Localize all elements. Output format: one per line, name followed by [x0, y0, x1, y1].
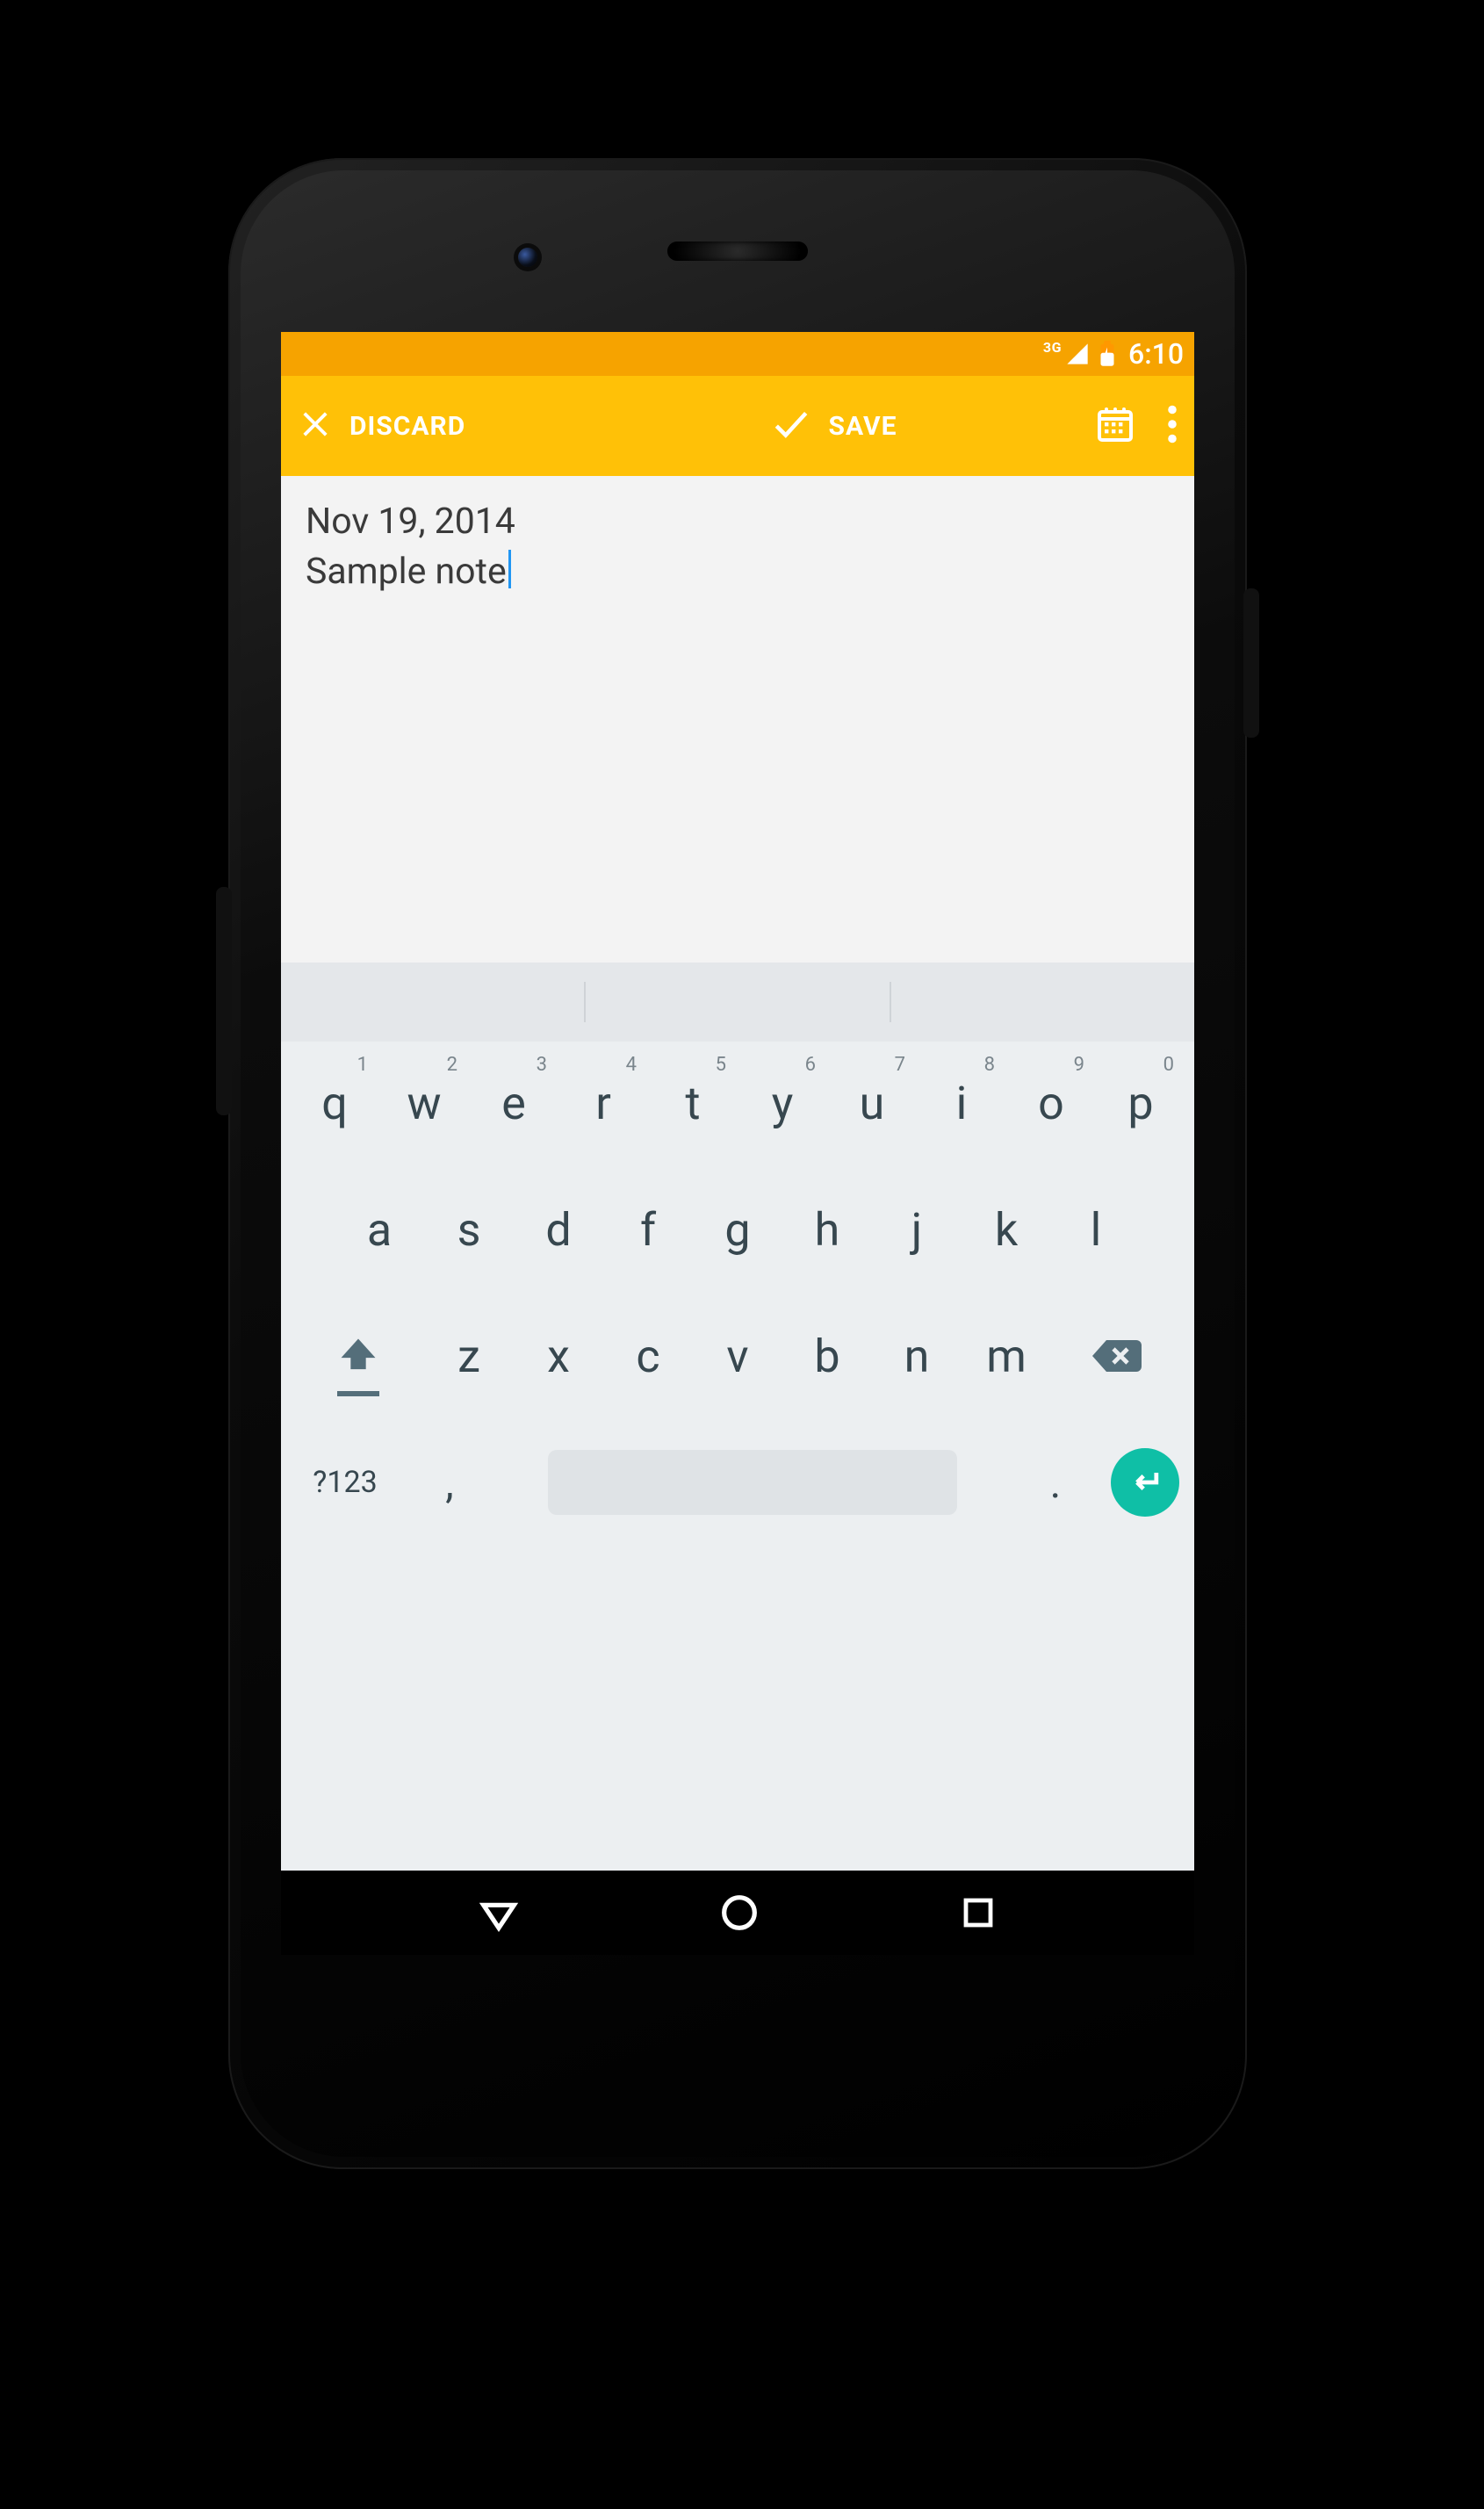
enter-key[interactable]: [1103, 1430, 1187, 1535]
nav-home-button[interactable]: [717, 1890, 762, 1936]
period-key-label: .: [1050, 1458, 1062, 1508]
key-b[interactable]: b: [785, 1303, 869, 1409]
keyboard-row-4: ?123 , .: [288, 1430, 1187, 1535]
shift-key[interactable]: [295, 1303, 421, 1409]
note-body: Sample note: [306, 551, 507, 593]
key-g[interactable]: g: [695, 1177, 780, 1282]
discard-button[interactable]: DISCARD: [297, 406, 465, 446]
status-network-label: 3G: [1043, 339, 1062, 356]
save-label: SAVE: [829, 411, 897, 442]
key-j[interactable]: j: [875, 1177, 959, 1282]
note-body-line: Sample note: [306, 547, 1170, 597]
space-key[interactable]: [497, 1430, 1008, 1535]
key-e[interactable]: e3: [472, 1050, 556, 1156]
check-icon: [769, 402, 813, 450]
key-l[interactable]: l: [1054, 1177, 1138, 1282]
key-q[interactable]: q1: [292, 1050, 377, 1156]
key-hint: 0: [1163, 1054, 1174, 1076]
suggestion-slot[interactable]: [281, 963, 584, 1042]
key-hint: 6: [805, 1054, 816, 1076]
key-hint: 4: [626, 1054, 637, 1076]
device-screen: 3G 6:10: [281, 332, 1194, 1955]
key-a[interactable]: a: [337, 1177, 421, 1282]
signal-icon: [1065, 342, 1090, 366]
key-hint: 1: [357, 1054, 368, 1076]
key-n[interactable]: n: [875, 1303, 959, 1409]
phone-speaker-grille: [667, 242, 808, 261]
nav-recents-button[interactable]: [957, 1892, 999, 1934]
keyboard-row-3: zxcvbnm: [288, 1303, 1187, 1409]
key-o[interactable]: o9: [1009, 1050, 1093, 1156]
discard-label: DISCARD: [349, 411, 465, 442]
keyboard-row-1: q1w2e3r4t5y6u7i8o9p0: [288, 1050, 1187, 1156]
page-root: 3G 6:10: [0, 0, 1484, 2509]
key-k[interactable]: k: [964, 1177, 1048, 1282]
calendar-icon[interactable]: [1094, 403, 1136, 449]
backspace-key[interactable]: [1054, 1303, 1180, 1409]
phone-power-button: [1243, 588, 1259, 738]
key-r[interactable]: r4: [561, 1050, 645, 1156]
symbols-key[interactable]: ?123: [288, 1430, 402, 1535]
key-h[interactable]: h: [785, 1177, 869, 1282]
note-editor[interactable]: Nov 19, 2014 Sample note: [281, 476, 1194, 963]
close-icon: [297, 406, 334, 446]
key-v[interactable]: v: [695, 1303, 780, 1409]
key-t[interactable]: t5: [651, 1050, 735, 1156]
key-hint: 7: [895, 1054, 905, 1076]
key-f[interactable]: f: [606, 1177, 690, 1282]
key-d[interactable]: d: [516, 1177, 601, 1282]
nav-back-button[interactable]: [476, 1890, 522, 1936]
key-z[interactable]: z: [427, 1303, 511, 1409]
key-y[interactable]: y6: [740, 1050, 825, 1156]
status-time: 6:10: [1128, 337, 1184, 371]
period-key[interactable]: .: [1013, 1430, 1098, 1535]
status-bar: 3G 6:10: [281, 332, 1194, 376]
key-hint: 8: [984, 1054, 995, 1076]
key-u[interactable]: u7: [830, 1050, 914, 1156]
suggestion-slot[interactable]: [890, 982, 1194, 1022]
suggestion-slot[interactable]: [584, 982, 889, 1022]
key-hint: 9: [1074, 1054, 1084, 1076]
key-hint: 3: [537, 1054, 547, 1076]
key-p[interactable]: p0: [1099, 1050, 1183, 1156]
symbols-key-label: ?123: [313, 1465, 377, 1500]
android-nav-bar: [281, 1871, 1194, 1955]
soft-keyboard: q1w2e3r4t5y6u7i8o9p0 asdfghjkl zxcvbnm: [281, 1042, 1194, 1549]
comma-key-label: ,: [445, 1458, 453, 1508]
key-hint: 5: [716, 1054, 726, 1076]
key-s[interactable]: s: [427, 1177, 511, 1282]
key-hint: 2: [447, 1054, 457, 1076]
text-cursor: [508, 550, 511, 588]
key-m[interactable]: m: [964, 1303, 1048, 1409]
phone-body: 3G 6:10: [228, 158, 1247, 2169]
save-button[interactable]: SAVE: [769, 402, 897, 450]
overflow-menu-icon[interactable]: [1166, 405, 1178, 447]
keyboard-suggestion-strip[interactable]: [281, 963, 1194, 1042]
comma-key[interactable]: ,: [407, 1430, 492, 1535]
phone-front-camera: [518, 248, 537, 267]
key-i[interactable]: i8: [919, 1050, 1004, 1156]
key-x[interactable]: x: [516, 1303, 601, 1409]
key-w[interactable]: w2: [382, 1050, 466, 1156]
note-date: Nov 19, 2014: [306, 497, 1170, 547]
battery-charging-icon: [1099, 341, 1116, 367]
key-c[interactable]: c: [606, 1303, 690, 1409]
keyboard-row-2: asdfghjkl: [288, 1177, 1187, 1282]
action-bar: DISCARD SAVE: [281, 376, 1194, 476]
phone-volume-rocker: [216, 887, 232, 1115]
